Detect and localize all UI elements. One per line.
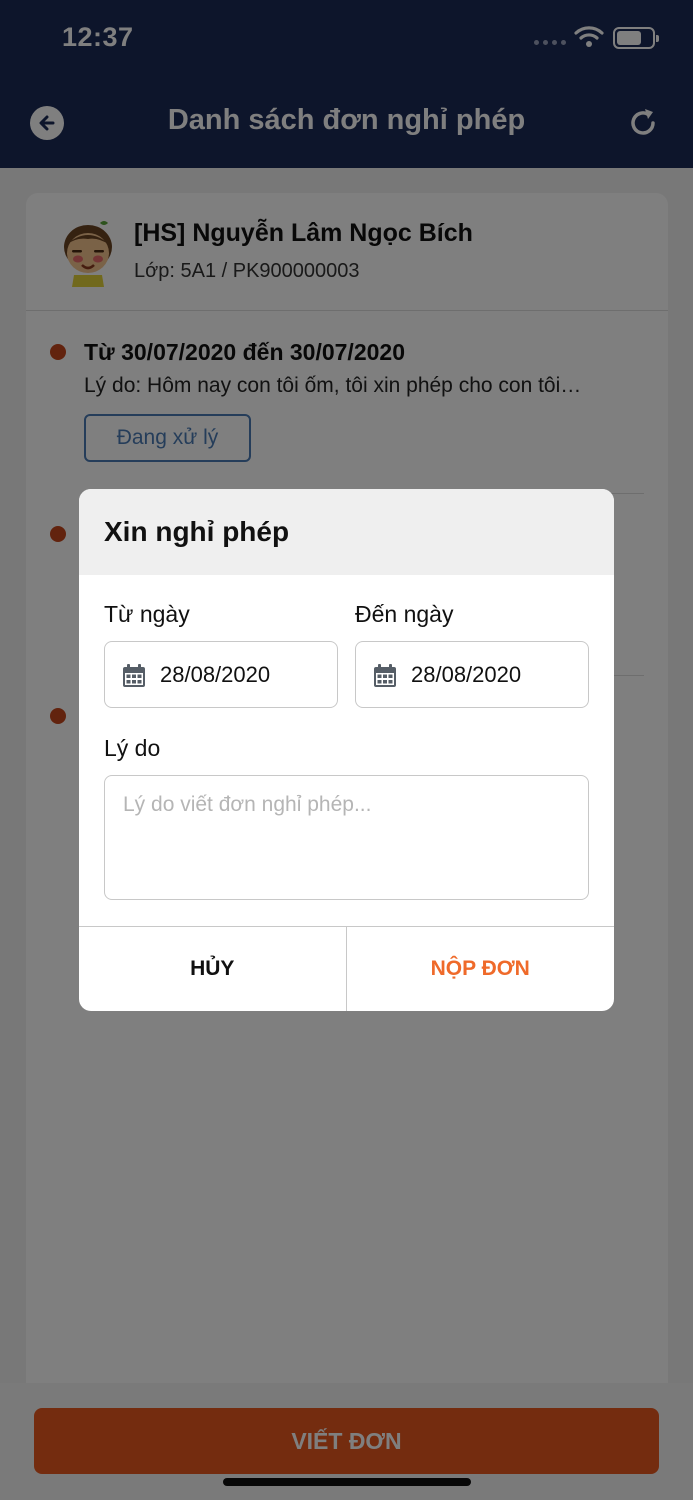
dialog-footer: HỦY NỘP ĐƠN bbox=[79, 926, 614, 1011]
submit-button[interactable]: NỘP ĐƠN bbox=[347, 927, 615, 1011]
to-date-value: 28/08/2020 bbox=[411, 662, 522, 687]
from-date-label: Từ ngày bbox=[104, 601, 190, 627]
calendar-icon bbox=[374, 664, 396, 687]
reason-label: Lý do bbox=[104, 735, 161, 761]
dialog-title: Xin nghỉ phép bbox=[104, 516, 290, 547]
dialog-header: Xin nghỉ phép bbox=[79, 489, 614, 575]
from-date-value: 28/08/2020 bbox=[160, 662, 271, 687]
leave-request-dialog: Xin nghỉ phép Từ ngày Đến ngày 28/08/202… bbox=[79, 489, 614, 1011]
reason-input[interactable] bbox=[104, 775, 589, 900]
calendar-icon bbox=[123, 664, 145, 687]
to-date-label: Đến ngày bbox=[355, 601, 454, 627]
cancel-button[interactable]: HỦY bbox=[79, 927, 347, 1011]
to-date-field[interactable]: 28/08/2020 bbox=[355, 641, 589, 708]
from-date-field[interactable]: 28/08/2020 bbox=[104, 641, 338, 708]
